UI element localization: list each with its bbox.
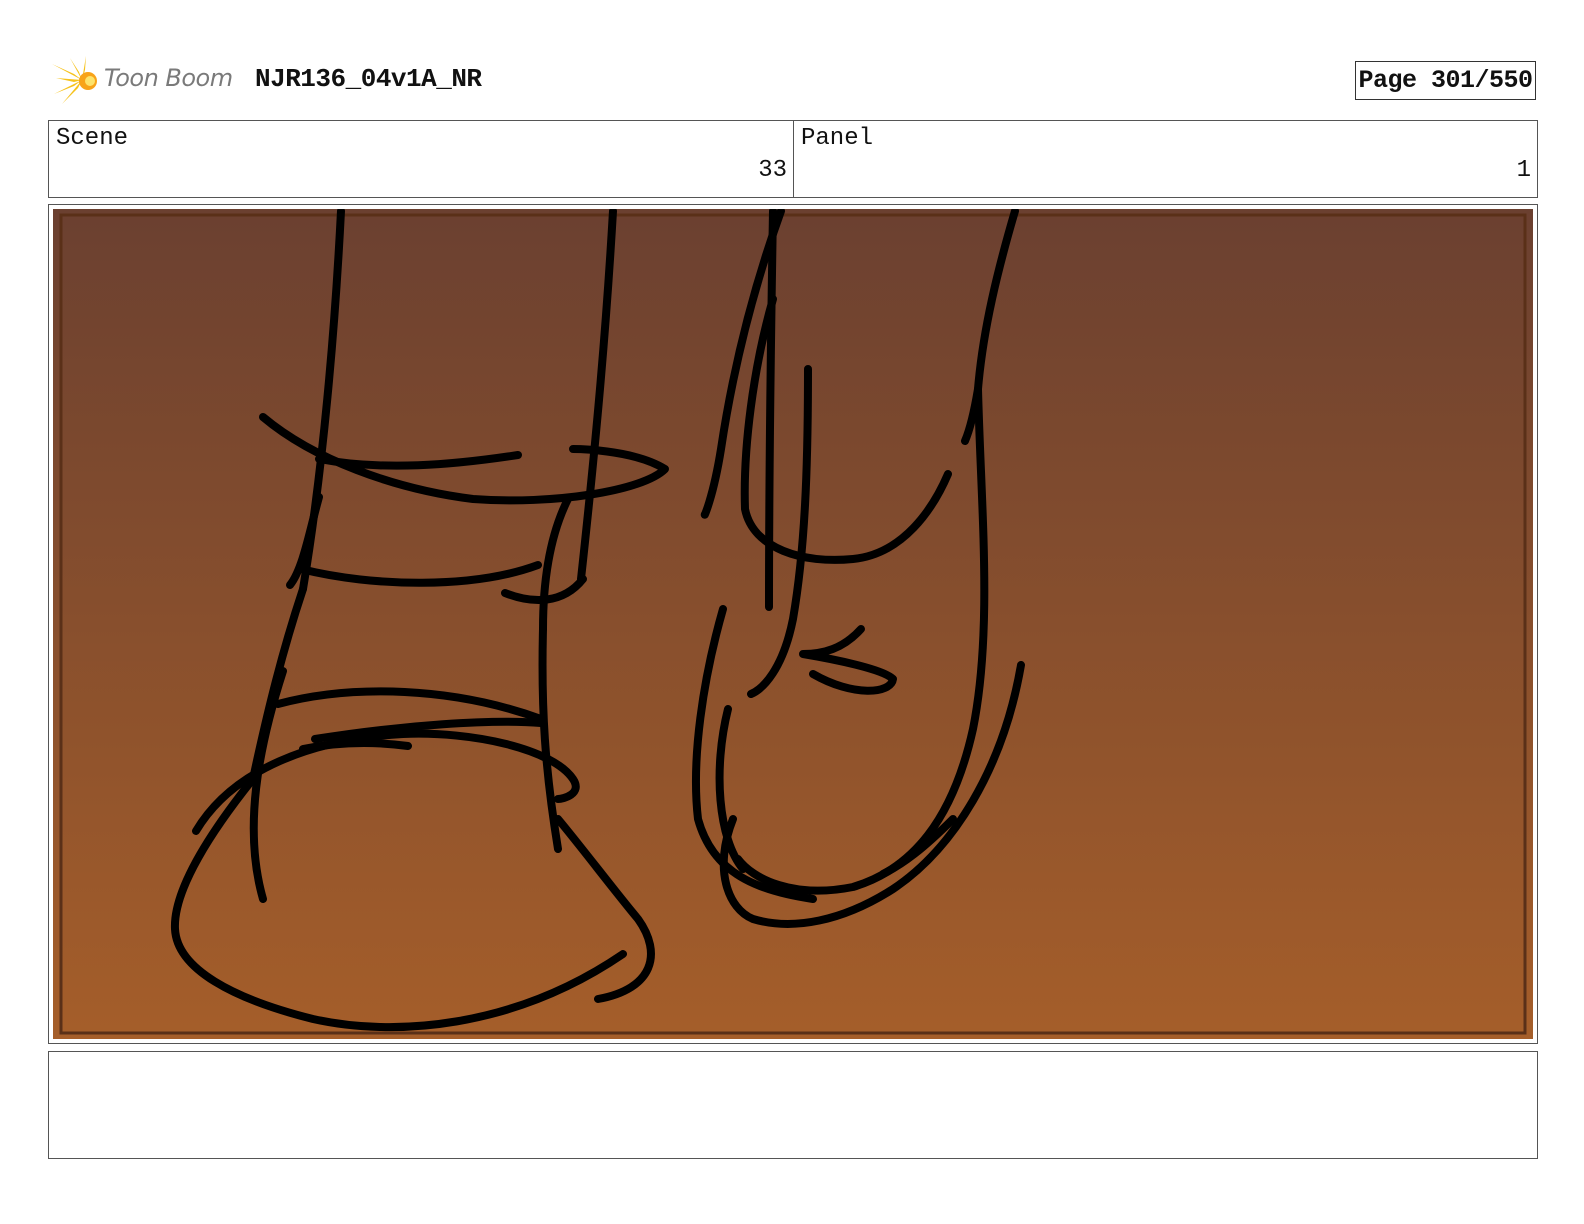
scene-label: Scene [56, 125, 129, 152]
logo-wordmark: Toon Boom [104, 64, 233, 92]
scene-cell: Scene 33 [49, 121, 794, 197]
panel-label: Panel [801, 125, 874, 152]
panel-image-frame [48, 204, 1538, 1044]
panel-number: 1 [1516, 157, 1531, 184]
panel-sketch-image [53, 209, 1533, 1039]
panel-notes-box [48, 1051, 1538, 1159]
scene-panel-info: Scene 33 Panel 1 [48, 120, 1538, 198]
scene-number: 33 [758, 157, 787, 184]
page-number: Page 301/550 [1355, 61, 1536, 100]
panel-cell: Panel 1 [794, 121, 1537, 197]
project-title: NJR136_04v1A_NR [255, 64, 482, 94]
